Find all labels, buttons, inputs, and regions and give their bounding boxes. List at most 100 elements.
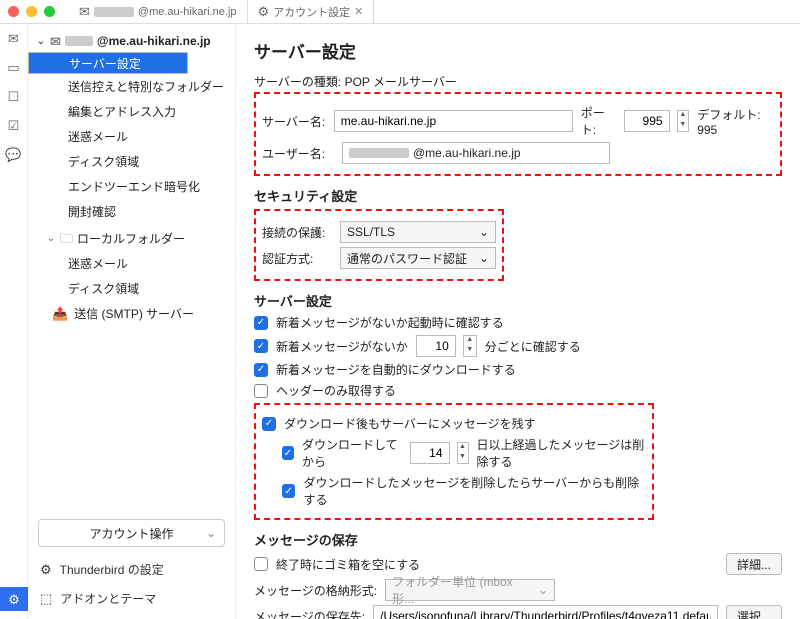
- highlight-box-1: サーバー名: ポート: ▲▼ デフォルト: 995 ユーザー名: @me.au-…: [254, 92, 782, 176]
- tb-settings-label: Thunderbird の設定: [60, 561, 164, 578]
- server-settings-section-title: サーバー設定: [254, 291, 782, 310]
- chevron-down-icon: ⌄: [46, 233, 56, 244]
- headers-only-label: ヘッダーのみ取得する: [276, 382, 396, 399]
- inbox-icon[interactable]: ✉: [8, 32, 19, 45]
- server-kind-row: サーバーの種類: POP メールサーバー: [254, 73, 782, 90]
- delete-after-days-post: 日以上経過したメッセージは削除する: [477, 436, 647, 470]
- user-name-label: ユーザー名:: [262, 145, 334, 162]
- leave-on-server-label: ダウンロード後もサーバーにメッセージを残す: [284, 415, 536, 432]
- check-interval-pre: 新着メッセージがないか: [276, 338, 408, 355]
- folder-icon: 🗀: [60, 232, 73, 245]
- server-kind-label: サーバーの種類:: [254, 75, 341, 89]
- account-tree: サーバー設定 送信控えと特別なフォルダー 編集とアドレス入力 迷惑メール ディス…: [28, 52, 235, 224]
- sidebar-item-local-junk[interactable]: 迷惑メール: [28, 251, 235, 276]
- gear-icon: ⚙: [8, 593, 20, 606]
- account-name: @me.au-hikari.ne.jp: [97, 34, 211, 48]
- user-name-input[interactable]: @me.au-hikari.ne.jp: [342, 142, 610, 164]
- smtp-label: 送信 (SMTP) サーバー: [74, 305, 194, 322]
- store-format-select[interactable]: フォルダー単位 (mbox 形...⌄: [385, 579, 555, 601]
- store-path-input[interactable]: [373, 605, 718, 619]
- local-folders-label: ローカルフォルダー: [77, 230, 185, 247]
- auto-download-checkbox[interactable]: ✓: [254, 363, 268, 377]
- message-store-section-title: メッセージの保存: [254, 530, 782, 549]
- connection-security-select[interactable]: SSL/TLS⌄: [340, 221, 496, 243]
- advanced-button[interactable]: 詳細...: [726, 553, 782, 575]
- empty-trash-label: 終了時にゴミ箱を空にする: [276, 556, 420, 573]
- addons-link[interactable]: ⬚ アドオンとテーマ: [28, 584, 235, 613]
- tasks-icon[interactable]: ☑: [8, 119, 20, 132]
- chat-icon[interactable]: 💬: [5, 148, 21, 161]
- chevron-down-icon: ⌄: [206, 526, 216, 540]
- chevron-down-icon: ⌄: [36, 36, 46, 47]
- leave-on-server-checkbox[interactable]: ✓: [262, 417, 276, 431]
- tab-mail-account[interactable]: ✉ @me.au-hikari.ne.jp: [69, 0, 248, 24]
- security-section-title: セキュリティ設定: [254, 186, 782, 205]
- account-header[interactable]: ⌄ ✉ @me.au-hikari.ne.jp: [28, 30, 235, 52]
- empty-trash-checkbox[interactable]: [254, 557, 268, 571]
- sidebar-item-junk[interactable]: 迷惑メール: [28, 124, 235, 149]
- gear-icon: ⚙: [40, 563, 52, 576]
- highlight-box-3: ✓ ダウンロード後もサーバーにメッセージを残す ✓ ダウンロードしてから ▲▼ 日…: [254, 403, 654, 520]
- delete-remote-label: ダウンロードしたメッセージを削除したらサーバーからも削除する: [303, 474, 646, 508]
- sidebar-item-e2e[interactable]: エンドツーエンド暗号化: [28, 174, 235, 199]
- delete-after-days-input[interactable]: [410, 442, 450, 464]
- port-stepper[interactable]: ▲▼: [677, 110, 690, 132]
- close-window-button[interactable]: [8, 6, 19, 17]
- puzzle-icon: ⬚: [40, 592, 52, 605]
- sidebar-item-server-settings[interactable]: サーバー設定: [28, 52, 188, 74]
- sidebar-item-receipts[interactable]: 開封確認: [28, 199, 235, 224]
- tab-label: @me.au-hikari.ne.jp: [138, 6, 237, 18]
- port-input[interactable]: [624, 110, 670, 132]
- main: ✉ ▭ ☐ ☑ 💬 ⚙ ⌄ ✉ @me.au-hikari.ne.jp サーバー…: [0, 24, 800, 619]
- headers-only-checkbox[interactable]: [254, 384, 268, 398]
- sidebar-item-local-disk[interactable]: ディスク領域: [28, 276, 235, 301]
- check-interval-checkbox[interactable]: ✓: [254, 339, 268, 353]
- days-stepper[interactable]: ▲▼: [457, 442, 469, 464]
- tab-account-settings[interactable]: ⚙ アカウント設定 ✕: [248, 0, 375, 24]
- sidebar-item-compose[interactable]: 編集とアドレス入力: [28, 99, 235, 124]
- sidebar: ⌄ ✉ @me.au-hikari.ne.jp サーバー設定 送信控えと特別なフ…: [28, 24, 236, 619]
- gear-icon: ⚙: [258, 5, 270, 18]
- page-title: サーバー設定: [254, 38, 782, 63]
- delete-after-days-pre: ダウンロードしてから: [302, 436, 402, 470]
- highlight-box-2: 接続の保護: SSL/TLS⌄ 認証方式: 通常のパスワード認証⌄: [254, 209, 504, 281]
- server-kind-value: POP メールサーバー: [345, 75, 457, 89]
- content-pane: サーバー設定 サーバーの種類: POP メールサーバー サーバー名: ポート: …: [236, 24, 800, 619]
- browse-button[interactable]: 選択...: [726, 605, 782, 619]
- port-label: ポート:: [581, 104, 616, 138]
- outbox-icon: 📤: [52, 307, 68, 320]
- sidebar-item-smtp[interactable]: 📤 送信 (SMTP) サーバー: [28, 301, 235, 326]
- check-interval-post: 分ごとに確認する: [485, 338, 581, 355]
- minimize-window-button[interactable]: [26, 6, 37, 17]
- check-startup-checkbox[interactable]: ✓: [254, 316, 268, 330]
- store-path-label: メッセージの保存先:: [254, 608, 365, 619]
- sidebar-item-copies[interactable]: 送信控えと特別なフォルダー: [28, 74, 235, 99]
- mail-icon: ✉: [79, 5, 90, 18]
- account-actions-button[interactable]: アカウント操作 ⌄: [38, 519, 225, 547]
- window-controls: [8, 6, 55, 17]
- delete-after-days-checkbox[interactable]: ✓: [282, 446, 294, 460]
- interval-stepper[interactable]: ▲▼: [463, 335, 477, 357]
- delete-remote-checkbox[interactable]: ✓: [282, 484, 295, 498]
- sidebar-item-disk[interactable]: ディスク領域: [28, 149, 235, 174]
- auto-download-label: 新着メッセージを自動的にダウンロードする: [276, 361, 516, 378]
- address-book-icon[interactable]: ▭: [7, 61, 19, 74]
- auth-method-select[interactable]: 通常のパスワード認証⌄: [340, 247, 496, 269]
- account-actions-label: アカウント操作: [89, 525, 173, 542]
- chevron-down-icon: ⌄: [479, 251, 489, 265]
- zoom-window-button[interactable]: [44, 6, 55, 17]
- tab-label: アカウント設定: [273, 4, 350, 20]
- settings-rail-button[interactable]: ⚙: [0, 587, 28, 611]
- store-format-label: メッセージの格納形式:: [254, 582, 377, 599]
- check-interval-input[interactable]: [416, 335, 456, 357]
- local-tree: 迷惑メール ディスク領域: [28, 251, 235, 301]
- redacted-text: [65, 36, 93, 46]
- calendar-icon[interactable]: ☐: [8, 90, 20, 103]
- server-name-input[interactable]: [334, 110, 573, 132]
- local-folders-header[interactable]: ⌄ 🗀 ローカルフォルダー: [28, 224, 235, 251]
- user-name-value: @me.au-hikari.ne.jp: [413, 146, 521, 160]
- activity-rail: ✉ ▭ ☐ ☑ 💬 ⚙: [0, 24, 28, 619]
- close-tab-icon[interactable]: ✕: [354, 5, 363, 18]
- server-name-label: サーバー名:: [262, 113, 326, 130]
- thunderbird-settings-link[interactable]: ⚙ Thunderbird の設定: [28, 555, 235, 584]
